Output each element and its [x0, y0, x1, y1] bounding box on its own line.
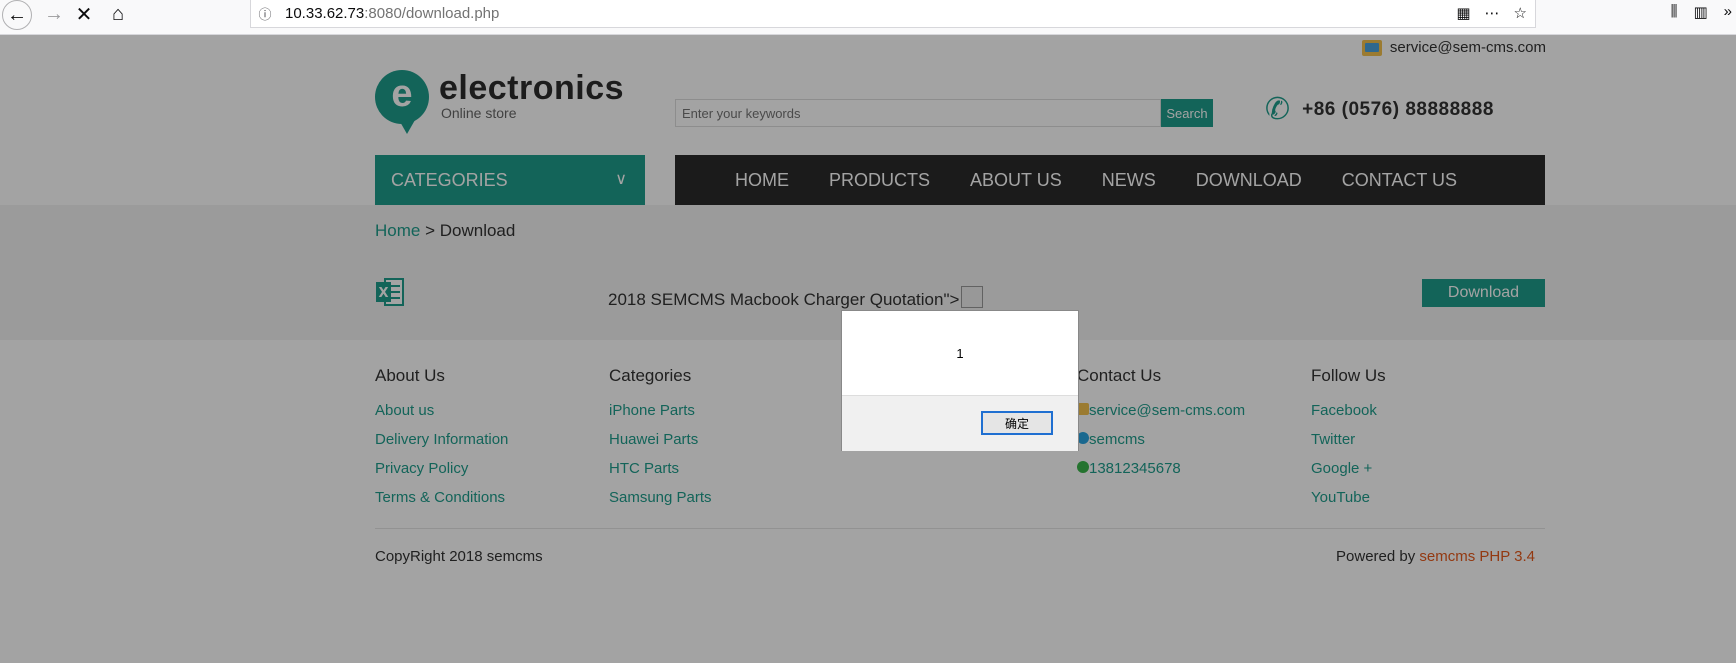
more-actions-icon[interactable]: ⋯	[1485, 4, 1500, 22]
qr-code-icon[interactable]: ▦	[1456, 4, 1470, 22]
browser-toolbar: ← → ✕ ⌂ ⓘ 10.33.62.73:8080/download.php …	[0, 0, 1736, 35]
stop-icon[interactable]: ✕	[70, 0, 98, 28]
back-arrow-icon[interactable]: ←	[2, 0, 32, 30]
sidebar-icon[interactable]: ▥	[1693, 3, 1707, 21]
alert-footer: 确定	[842, 395, 1078, 451]
bookmark-star-icon[interactable]: ☆	[1514, 4, 1527, 22]
alert-message: 1	[956, 345, 964, 361]
forward-arrow-icon[interactable]: →	[40, 0, 68, 28]
alert-dialog: 1 确定	[841, 310, 1079, 451]
alert-ok-button[interactable]: 确定	[981, 411, 1053, 435]
library-icon[interactable]: ⫼	[1671, 3, 1678, 21]
url-text[interactable]: 10.33.62.73:8080/download.php	[279, 5, 499, 22]
info-icon[interactable]: ⓘ	[251, 4, 279, 23]
address-bar[interactable]: ⓘ 10.33.62.73:8080/download.php ▦ ⋯ ☆	[250, 0, 1536, 28]
overflow-icon[interactable]: »	[1724, 3, 1732, 21]
home-icon[interactable]: ⌂	[104, 0, 132, 28]
